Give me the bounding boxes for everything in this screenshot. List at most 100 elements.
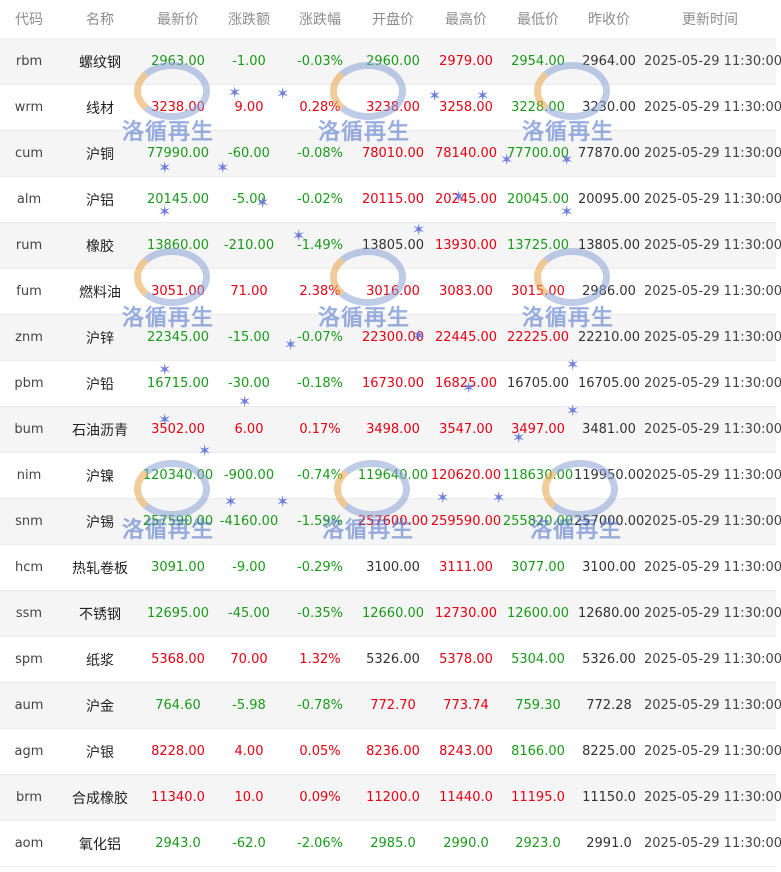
table-row[interactable]: znm 沪锌 22345.00 -15.00 -0.07% 22300.00 22445.0… [0, 314, 781, 361]
cell-prev-close: 20095.00 [574, 176, 644, 223]
cell-open: 3016.00 [356, 268, 430, 315]
cell-update-time: 2025-05-29 11:30:00 [644, 544, 781, 591]
cell-name: 沪金 [58, 682, 142, 729]
table-body: rbm 螺纹钢 2963.00 -1.00 -0.03% 2960.00 2979.00 29… [0, 38, 781, 867]
cell-code: fum [0, 268, 58, 315]
cell-name: 燃料油 [58, 268, 142, 315]
cell-low: 22225.00 [502, 314, 574, 361]
table-row[interactable]: rbm 螺纹钢 2963.00 -1.00 -0.03% 2960.00 2979.00 29… [0, 38, 781, 85]
cell-change: -30.00 [214, 360, 284, 407]
table-row[interactable]: bum 石油沥青 3502.00 6.00 0.17% 3498.00 3547.00 349… [0, 406, 781, 453]
cell-latest: 764.60 [142, 682, 214, 729]
cell-change: -9.00 [214, 544, 284, 591]
cell-high: 20245.00 [430, 176, 502, 223]
cell-update-time: 2025-05-29 11:30:00 [644, 636, 781, 683]
cell-high: 2990.0 [430, 820, 502, 867]
cell-latest: 3502.00 [142, 406, 214, 453]
header-name: 名称 [58, 0, 142, 39]
cell-update-time: 2025-05-29 11:30:00 [644, 314, 781, 361]
cell-low: 759.30 [502, 682, 574, 729]
table-row[interactable]: alm 沪铝 20145.00 -5.00 -0.02% 20115.00 20245.00… [0, 176, 781, 223]
cell-code: aom [0, 820, 58, 867]
cell-prev-close: 119950.00 [574, 452, 644, 499]
cell-update-time: 2025-05-29 11:30:00 [644, 84, 781, 131]
cell-prev-close: 11150.0 [574, 774, 644, 821]
cell-open: 772.70 [356, 682, 430, 729]
table-row[interactable]: spm 纸浆 5368.00 70.00 1.32% 5326.00 5378.00 5304… [0, 636, 781, 683]
cell-latest: 3051.00 [142, 268, 214, 315]
table-row[interactable]: brm 合成橡胶 11340.0 10.0 0.09% 11200.0 11440.0 111… [0, 774, 781, 821]
cell-high: 773.74 [430, 682, 502, 729]
cell-change-pct: -0.18% [284, 360, 356, 407]
cell-low: 5304.00 [502, 636, 574, 683]
table-row[interactable]: fum 燃料油 3051.00 71.00 2.38% 3016.00 3083.00 301… [0, 268, 781, 315]
cell-latest: 12695.00 [142, 590, 214, 637]
cell-prev-close: 5326.00 [574, 636, 644, 683]
cell-low: 118630.00 [502, 452, 574, 499]
cell-name: 合成橡胶 [58, 774, 142, 821]
cell-open: 8236.00 [356, 728, 430, 775]
table-row[interactable]: agm 沪银 8228.00 4.00 0.05% 8236.00 8243.00 8166.… [0, 728, 781, 775]
cell-latest: 2943.0 [142, 820, 214, 867]
table-row[interactable]: aom 氧化铝 2943.0 -62.0 -2.06% 2985.0 2990.0 2923.… [0, 820, 781, 867]
table-row[interactable]: rum 橡胶 13860.00 -210.00 -1.49% 13805.00 13930.… [0, 222, 781, 269]
cell-prev-close: 257000.00 [574, 498, 644, 545]
cell-change: -5.00 [214, 176, 284, 223]
cell-open: 16730.00 [356, 360, 430, 407]
cell-latest: 5368.00 [142, 636, 214, 683]
cell-high: 3547.00 [430, 406, 502, 453]
cell-code: hcm [0, 544, 58, 591]
cell-low: 3015.00 [502, 268, 574, 315]
table-row[interactable]: hcm 热轧卷板 3091.00 -9.00 -0.29% 3100.00 3111.00 3… [0, 544, 781, 591]
cell-name: 沪铜 [58, 130, 142, 177]
cell-latest: 22345.00 [142, 314, 214, 361]
cell-change: -210.00 [214, 222, 284, 269]
cell-change-pct: 0.09% [284, 774, 356, 821]
header-code: 代码 [0, 0, 58, 39]
cell-name: 螺纹钢 [58, 38, 142, 85]
cell-prev-close: 22210.00 [574, 314, 644, 361]
table-row[interactable]: pbm 沪铅 16715.00 -30.00 -0.18% 16730.00 16825.0… [0, 360, 781, 407]
cell-name: 线材 [58, 84, 142, 131]
cell-update-time: 2025-05-29 11:30:00 [644, 820, 781, 867]
cell-name: 沪锡 [58, 498, 142, 545]
cell-open: 78010.00 [356, 130, 430, 177]
cell-prev-close: 2986.00 [574, 268, 644, 315]
table-row[interactable]: cum 沪铜 77990.00 -60.00 -0.08% 78010.00 78140.0… [0, 130, 781, 177]
table-row[interactable]: ssm 不锈钢 12695.00 -45.00 -0.35% 12660.00 12730.… [0, 590, 781, 637]
cell-change-pct: -0.02% [284, 176, 356, 223]
cell-code: alm [0, 176, 58, 223]
cell-code: bum [0, 406, 58, 453]
cell-change: -4160.00 [214, 498, 284, 545]
cell-change-pct: -0.08% [284, 130, 356, 177]
table-row[interactable]: aum 沪金 764.60 -5.98 -0.78% 772.70 773.74 759.30… [0, 682, 781, 729]
cell-prev-close: 77870.00 [574, 130, 644, 177]
cell-latest: 3091.00 [142, 544, 214, 591]
cell-latest: 257590.00 [142, 498, 214, 545]
cell-name: 沪锌 [58, 314, 142, 361]
cell-change: 71.00 [214, 268, 284, 315]
cell-prev-close: 772.28 [574, 682, 644, 729]
table-row[interactable]: nim 沪镍 120340.00 -900.00 -0.74% 119640.00 1206… [0, 452, 781, 499]
cell-latest: 13860.00 [142, 222, 214, 269]
cell-low: 11195.0 [502, 774, 574, 821]
cell-name: 沪铝 [58, 176, 142, 223]
cell-low: 3228.00 [502, 84, 574, 131]
cell-change: -45.00 [214, 590, 284, 637]
cell-name: 热轧卷板 [58, 544, 142, 591]
table-row[interactable]: wrm 线材 3238.00 9.00 0.28% 3238.00 3258.00 3228.… [0, 84, 781, 131]
cell-prev-close: 2964.00 [574, 38, 644, 85]
cell-code: rum [0, 222, 58, 269]
table-row[interactable]: snm 沪锡 257590.00 -4160.00 -1.59% 257600.00 259… [0, 498, 781, 545]
cell-high: 22445.00 [430, 314, 502, 361]
cell-prev-close: 13805.00 [574, 222, 644, 269]
cell-name: 沪铅 [58, 360, 142, 407]
cell-change: 4.00 [214, 728, 284, 775]
cell-change-pct: -0.74% [284, 452, 356, 499]
table-header-row: 代码 名称 最新价 涨跌额 涨跌幅 开盘价 最高价 最低价 昨收价 更新时间 [0, 0, 776, 39]
cell-code: cum [0, 130, 58, 177]
cell-low: 255820.00 [502, 498, 574, 545]
cell-name: 橡胶 [58, 222, 142, 269]
cell-high: 78140.00 [430, 130, 502, 177]
cell-code: brm [0, 774, 58, 821]
